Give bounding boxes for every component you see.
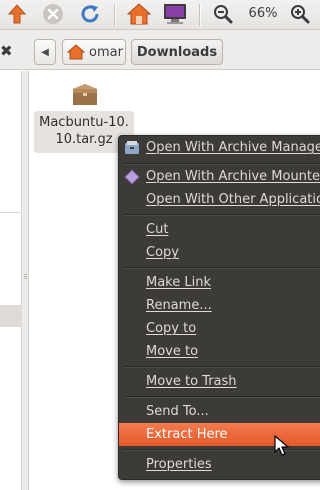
menu-item-move-to[interactable]: Move to: [119, 340, 320, 363]
breadcrumb-home[interactable]: omar: [62, 39, 126, 65]
menu-item-open-archive-mounter[interactable]: Open With Archive Mounter: [119, 165, 320, 188]
zoom-in-icon[interactable]: [287, 2, 313, 26]
grip-line: [24, 276, 27, 277]
menu-item-open-archive-manager[interactable]: Open With Archive Manager: [119, 136, 320, 159]
breadcrumb-current-label: Downloads: [136, 44, 218, 60]
archive-mounter-icon: [124, 169, 140, 185]
context-menu: Open With Archive Manager Open With Arch…: [118, 135, 320, 480]
menu-item-rename[interactable]: Rename...: [119, 294, 320, 317]
menu-item-label: Move to: [146, 344, 199, 359]
menu-item-label: Properties: [146, 457, 212, 472]
grip-line: [24, 274, 27, 275]
pane-resize-handle[interactable]: [22, 71, 29, 490]
menu-separator: [123, 267, 320, 269]
grip-line: [24, 278, 27, 279]
breadcrumb-home-label: omar: [89, 44, 123, 60]
menu-item-copy-to[interactable]: Copy to: [119, 317, 320, 340]
up-arrow-icon[interactable]: [4, 2, 30, 26]
sidebar[interactable]: [0, 71, 22, 490]
home-folder-icon: [67, 44, 85, 60]
stop-icon[interactable]: [40, 2, 66, 26]
menu-item-copy[interactable]: Copy: [119, 241, 320, 264]
menu-item-label: Open With Archive Mounter: [146, 169, 320, 184]
menu-item-label: Move to Trash: [146, 374, 237, 389]
menu-item-label: Copy to: [146, 321, 197, 336]
home-icon[interactable]: [125, 2, 153, 26]
menu-separator: [123, 214, 320, 216]
reload-icon[interactable]: [76, 2, 104, 26]
location-bar: ✖ ◀ omar Downloads: [0, 30, 320, 70]
computer-icon[interactable]: [161, 2, 189, 26]
archive-manager-icon: [125, 141, 139, 154]
back-button[interactable]: ◀: [34, 39, 56, 65]
menu-item-make-link[interactable]: Make Link: [119, 271, 320, 294]
close-icon[interactable]: ✖: [0, 42, 13, 60]
menu-item-send-to[interactable]: Send To...: [119, 400, 320, 423]
menu-separator: [123, 396, 320, 398]
sidebar-divider: [0, 212, 22, 213]
menu-item-label: Copy: [146, 245, 179, 260]
menu-separator: [123, 449, 320, 451]
mouse-cursor-icon: [274, 435, 289, 456]
chevron-left-icon: ◀: [41, 46, 49, 58]
zoom-level[interactable]: 66%: [246, 6, 280, 21]
breadcrumb-current[interactable]: Downloads: [131, 39, 223, 65]
menu-item-open-other-application[interactable]: Open With Other Application: [119, 188, 320, 211]
menu-item-label: Send To...: [146, 404, 209, 419]
menu-item-label: Open With Other Application: [146, 192, 320, 207]
toolbar-separator: [199, 4, 200, 26]
archive-package-icon: [73, 84, 97, 105]
menu-item-label: Extract Here: [146, 427, 228, 442]
menu-item-cut[interactable]: Cut: [119, 218, 320, 241]
sidebar-item-selected[interactable]: [0, 305, 22, 327]
menu-separator: [123, 366, 320, 368]
zoom-out-icon[interactable]: [210, 2, 236, 26]
toolbar-separator: [114, 4, 115, 26]
menu-item-label: Rename...: [146, 298, 212, 313]
toolbar: 66%: [0, 0, 320, 30]
menu-item-label: Cut: [146, 222, 169, 237]
menu-item-label: Open With Archive Manager: [146, 140, 320, 155]
menu-item-move-to-trash[interactable]: Move to Trash: [119, 370, 320, 393]
menu-item-label: Make Link: [146, 275, 211, 290]
